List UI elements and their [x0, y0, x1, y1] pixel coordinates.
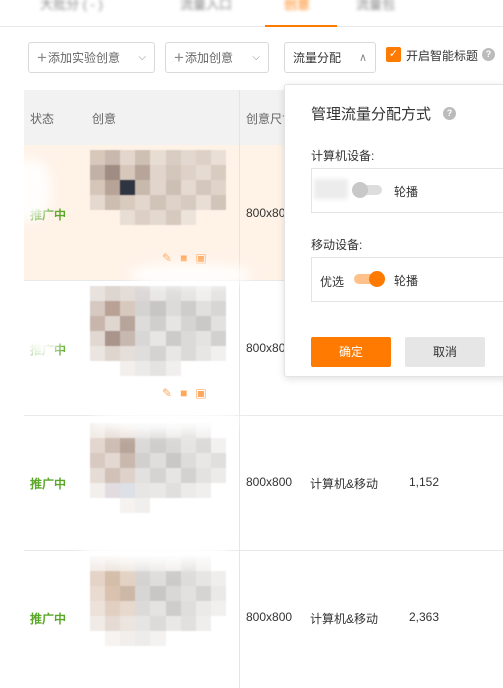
status-badge: 推广中: [30, 477, 67, 491]
plus-icon: +: [174, 48, 184, 67]
popover-title: 管理流量分配方式: [311, 106, 432, 123]
redaction-smudge: [90, 410, 240, 432]
preview-icon[interactable]: ▣: [195, 386, 206, 400]
creative-size: 800x80: [246, 341, 286, 355]
redaction-smudge: [10, 160, 50, 220]
row-actions: ✎ ■ ▣: [162, 386, 207, 400]
add-creative-label: 添加创意: [184, 51, 233, 65]
active-tab-indicator: [265, 25, 337, 27]
creative-thumbnail[interactable]: [90, 286, 226, 376]
delete-icon[interactable]: ■: [180, 251, 187, 265]
toggle-knob: [369, 271, 385, 287]
help-icon[interactable]: ?: [443, 107, 456, 120]
smart-title-label: 开启智能标题: [406, 49, 479, 63]
tab-creative[interactable]: 创意: [284, 0, 310, 14]
status-badge: 推广中: [30, 612, 67, 626]
tab-traffic[interactable]: 流量入口: [180, 0, 232, 14]
pc-device-label: 计算机设备:: [311, 149, 375, 163]
header-creative: 创意: [92, 112, 117, 126]
row-actions: ✎ ■ ▣: [162, 251, 207, 265]
chevron-down-icon: ⌵: [138, 52, 146, 63]
preview-icon[interactable]: ▣: [195, 251, 206, 265]
impression-count: 2,363: [409, 610, 440, 624]
pc-rotate-toggle[interactable]: [352, 182, 382, 198]
pc-device-option-box: 轮播: [311, 168, 503, 213]
header-status: 状态: [30, 112, 55, 126]
mobile-device-label: 移动设备:: [311, 238, 363, 252]
add-experiment-label: 添加实验创意: [47, 51, 120, 65]
redaction-smudge: [130, 265, 250, 285]
mobile-device-option-box: 优选 轮播: [311, 257, 503, 302]
chevron-up-icon: ∧: [358, 52, 367, 64]
device-type: 计算机&移动: [310, 477, 379, 491]
delete-icon[interactable]: ■: [180, 386, 187, 400]
add-experiment-creative-button[interactable]: + 添加实验创意 ⌵: [28, 42, 155, 73]
redaction-smudge: [80, 540, 230, 564]
flow-allocation-button[interactable]: 流量分配 ∧: [284, 42, 376, 73]
creative-size: 800x800: [246, 475, 293, 489]
add-creative-button[interactable]: + 添加创意 ⌵: [165, 42, 269, 73]
tab-overview[interactable]: 大批分 ( - ): [40, 0, 103, 14]
table-row: 推广中 800x800 计算机&移动 2,363: [24, 551, 503, 688]
plus-icon: +: [37, 48, 47, 67]
device-type: 计算机&移动: [310, 612, 379, 626]
edit-icon[interactable]: ✎: [162, 386, 172, 400]
help-icon[interactable]: ?: [482, 48, 495, 61]
redaction-smudge: [20, 300, 60, 360]
toggle-knob: [352, 182, 368, 198]
mobile-rotate-toggle[interactable]: [354, 271, 385, 287]
tab-package[interactable]: 流量包: [356, 0, 395, 14]
mobile-pref-label: 优选: [320, 275, 345, 289]
column-divider: [239, 90, 240, 688]
creative-thumbnail[interactable]: [90, 423, 226, 513]
confirm-button[interactable]: 确定: [311, 337, 391, 367]
tab-bar: 大批分 ( - ) 流量入口 创意 流量包: [0, 0, 503, 27]
impression-count: 1,152: [409, 475, 440, 489]
flow-allocation-popover: 管理流量分配方式 ? 计算机设备: 轮播 移动设备: 优选 轮播 确定 取消: [284, 84, 503, 377]
edit-icon[interactable]: ✎: [162, 251, 172, 265]
table-row: 推广中 800x800 计算机&移动 1,152: [24, 416, 503, 551]
creative-thumbnail[interactable]: [90, 556, 226, 646]
creative-size: 800x800: [246, 610, 293, 624]
pc-rotate-label: 轮播: [394, 185, 419, 199]
chevron-down-icon: ⌵: [252, 52, 260, 63]
cancel-button[interactable]: 取消: [405, 337, 485, 367]
creative-thumbnail[interactable]: [90, 150, 226, 240]
flow-allocation-label: 流量分配: [293, 51, 342, 65]
smart-title-checkbox[interactable]: ✓: [386, 47, 401, 62]
redacted-pref-label: [314, 179, 348, 199]
mobile-rotate-label: 轮播: [394, 274, 419, 288]
